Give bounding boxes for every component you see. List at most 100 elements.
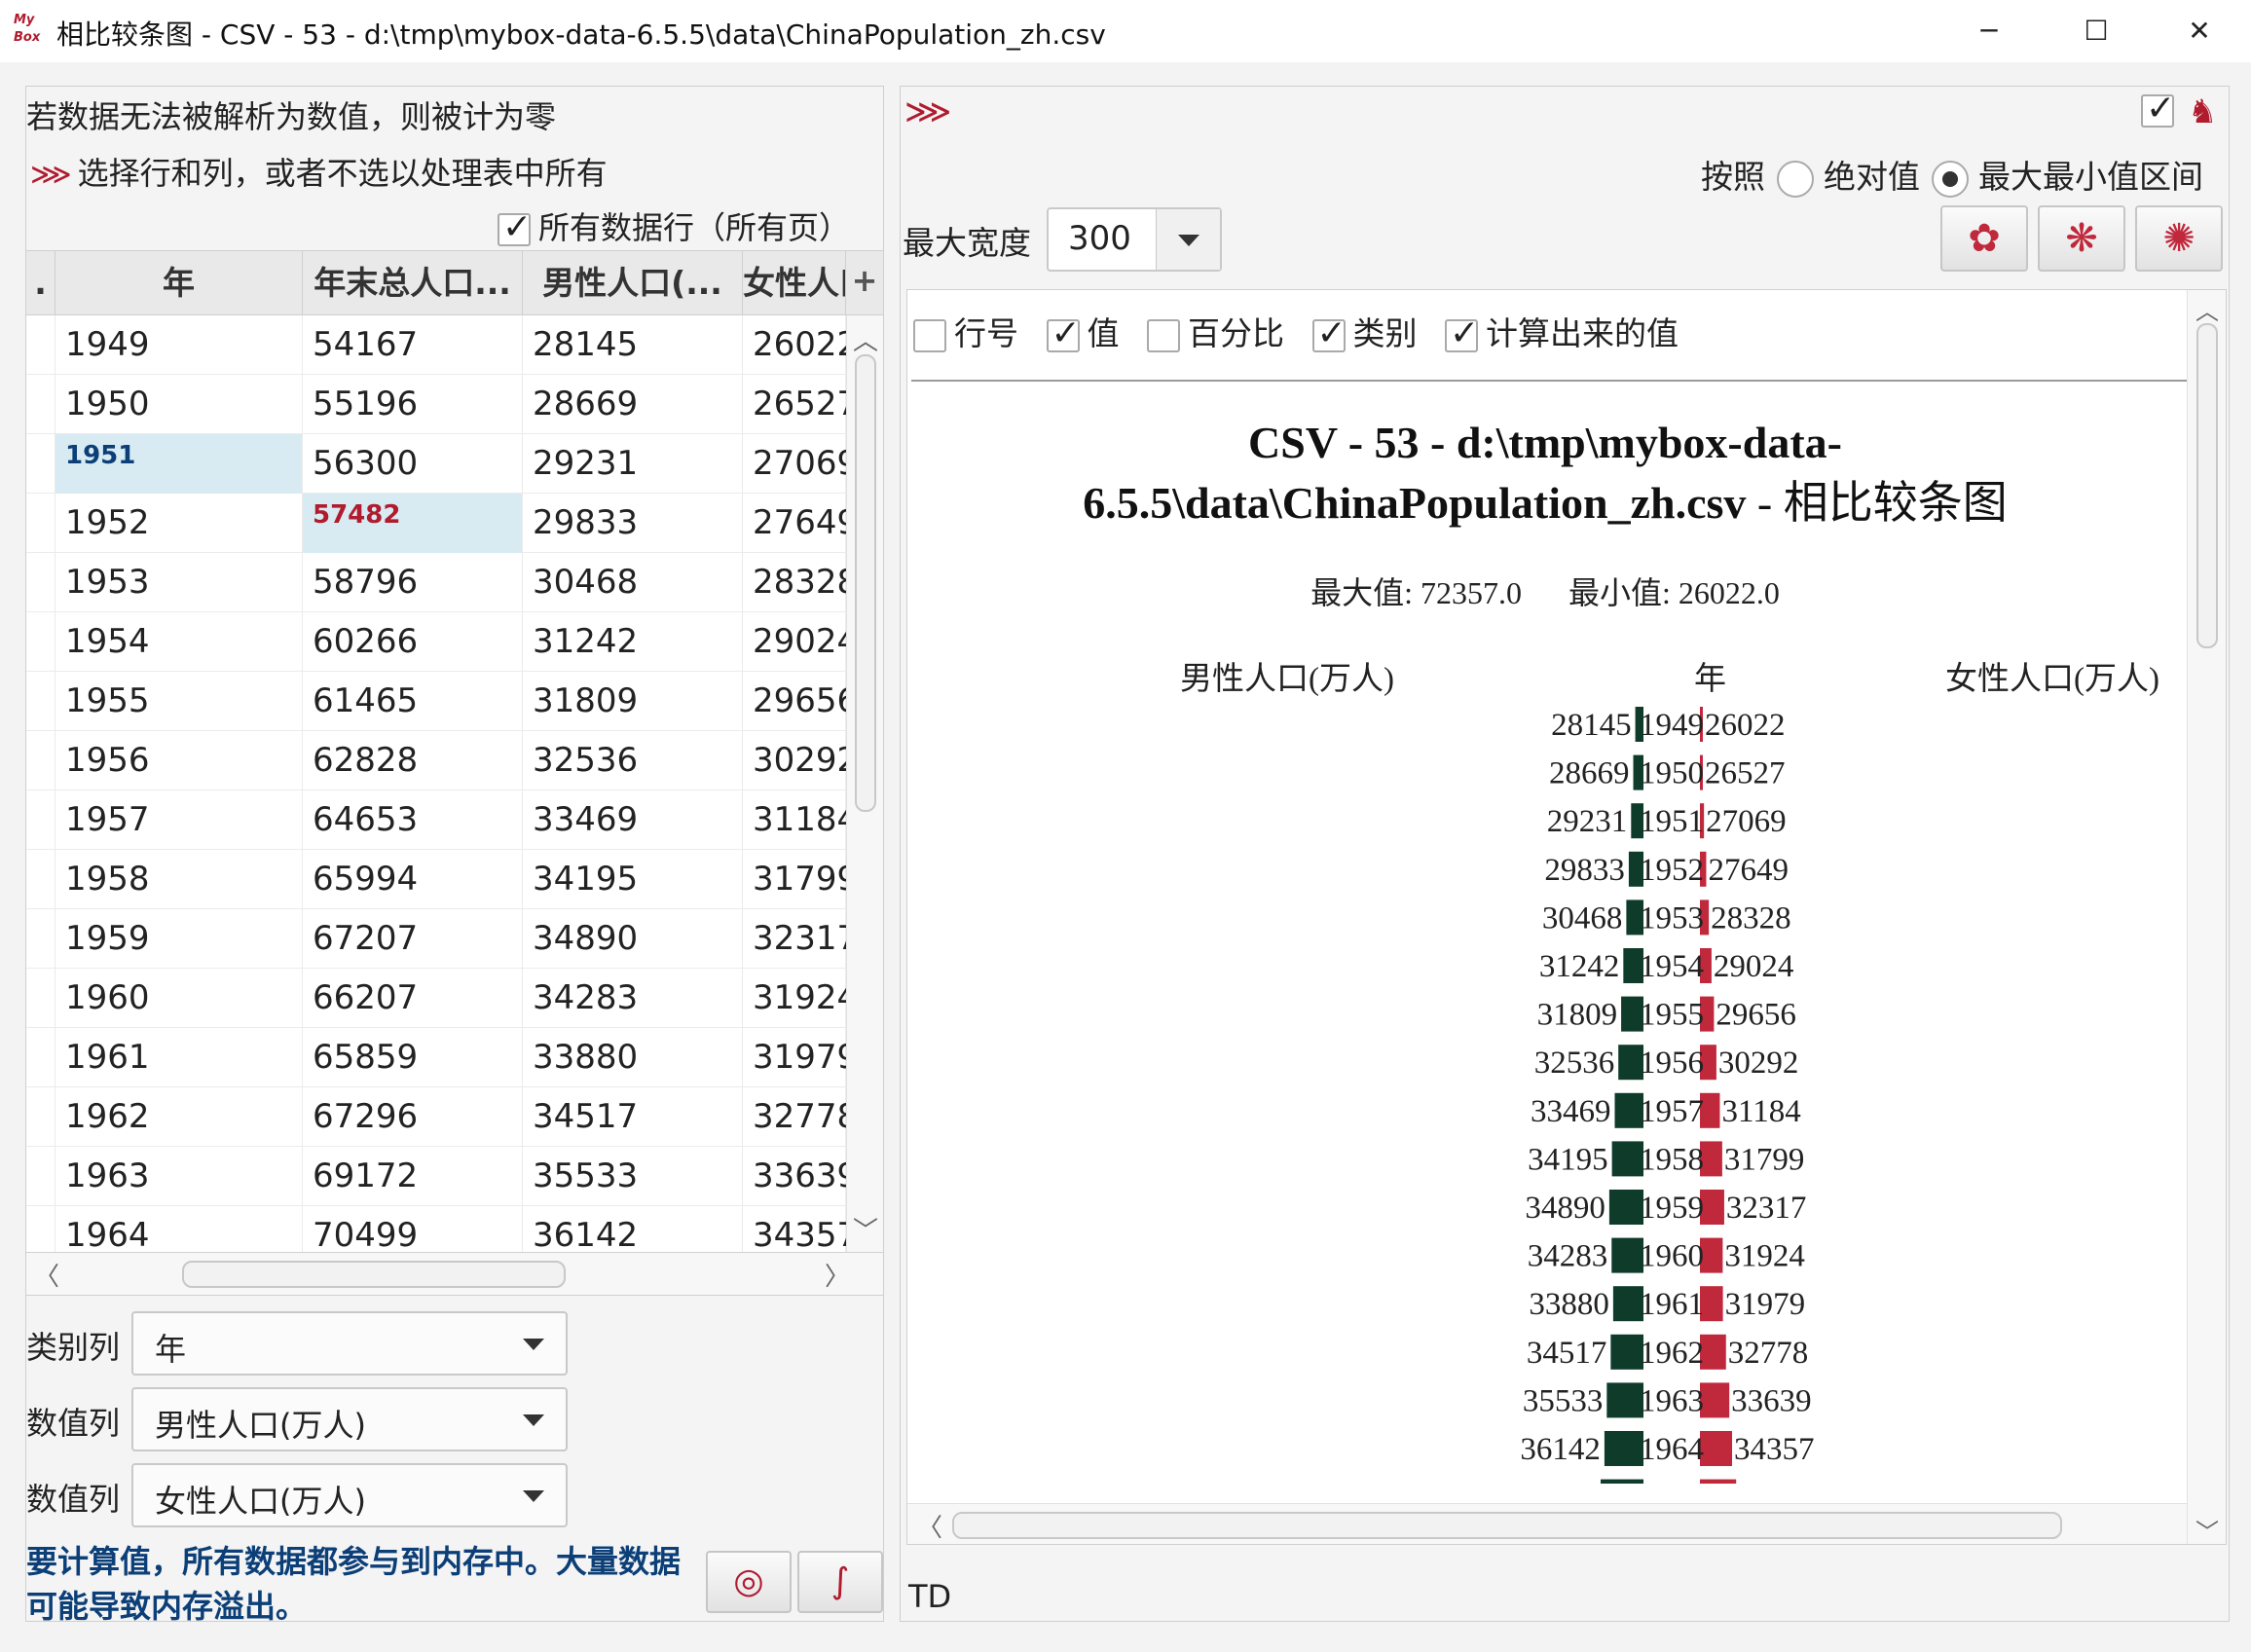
minimize-button[interactable]: ─ xyxy=(1955,8,2023,55)
fish-icon[interactable]: ⋙ xyxy=(904,92,951,131)
table-cell[interactable]: 1951 xyxy=(55,434,303,494)
table-cell[interactable]: 33469 xyxy=(523,790,743,850)
table-cell[interactable]: 36142 xyxy=(523,1206,743,1252)
column-header-total[interactable]: 年末总人口... xyxy=(303,251,523,315)
help-button[interactable]: ∫ xyxy=(797,1551,883,1613)
row-number-cell[interactable] xyxy=(26,434,55,494)
table-cell[interactable]: 65994 xyxy=(303,850,523,909)
table-row[interactable]: 1954 60266 31242 29024 xyxy=(26,612,858,672)
table-row[interactable]: 1961 65859 33880 31979 xyxy=(26,1028,858,1087)
table-cell[interactable]: 64653 xyxy=(303,790,523,850)
scroll-down-icon[interactable]: ﹀ xyxy=(847,1211,883,1247)
row-number-cell[interactable] xyxy=(26,909,55,969)
option-category[interactable]: 类别 xyxy=(1311,308,1418,354)
table-row[interactable]: 1949 54167 28145 26022 xyxy=(26,315,858,375)
table-cell[interactable]: 65859 xyxy=(303,1028,523,1087)
table-cell[interactable]: 31242 xyxy=(523,612,743,672)
max-width-dropdown-button[interactable] xyxy=(1156,209,1220,270)
table-row[interactable]: 1963 69172 35533 33639 xyxy=(26,1147,858,1206)
table-cell[interactable]: 1949 xyxy=(55,315,303,375)
table-cell[interactable]: 30292 xyxy=(743,731,858,790)
table-cell[interactable]: 26022 xyxy=(743,315,858,375)
category-column-select[interactable]: 年 xyxy=(131,1311,568,1376)
table-horizontal-scrollbar[interactable]: 〈 〉 xyxy=(26,1253,883,1296)
settings-button[interactable]: ❋ xyxy=(2038,205,2125,272)
table-row[interactable]: 1957 64653 33469 31184 xyxy=(26,790,858,850)
rooster-icon[interactable]: ♞ xyxy=(2188,92,2217,131)
scroll-left-icon[interactable]: 〈 xyxy=(917,1508,942,1544)
table-row[interactable]: 1964 70499 36142 34357 xyxy=(26,1206,858,1252)
category-check-icon[interactable] xyxy=(1311,313,1347,353)
table-cell[interactable]: 31979 xyxy=(743,1028,858,1087)
value-column-select-1[interactable]: 男性人口(万人) xyxy=(131,1387,568,1451)
scrollbar-thumb[interactable] xyxy=(855,354,876,812)
row-number-cell[interactable] xyxy=(26,731,55,790)
table-cell[interactable]: 29231 xyxy=(523,434,743,494)
scroll-down-icon[interactable]: ﹀ xyxy=(2188,1513,2226,1544)
table-cell[interactable]: 31809 xyxy=(523,672,743,731)
table-cell[interactable]: 54167 xyxy=(303,315,523,375)
table-cell[interactable]: 1964 xyxy=(55,1206,303,1252)
value-check-icon[interactable] xyxy=(1046,313,1081,353)
table-cell[interactable]: 31924 xyxy=(743,969,858,1028)
calculated-check-icon[interactable] xyxy=(1445,313,1479,353)
chart-vertical-scrollbar[interactable]: ︿ ﹀ xyxy=(2187,290,2226,1544)
save-button[interactable]: ✺ xyxy=(2135,205,2223,272)
table-cell[interactable]: 32778 xyxy=(743,1087,858,1147)
table-cell[interactable]: 70499 xyxy=(303,1206,523,1252)
scroll-right-icon[interactable]: 〉 xyxy=(825,1257,850,1293)
max-width-combo[interactable]: 300 xyxy=(1047,207,1222,272)
table-row[interactable]: 1953 58796 30468 28328 xyxy=(26,553,858,612)
table-cell[interactable]: 1959 xyxy=(55,909,303,969)
check-icon[interactable] xyxy=(2141,89,2175,128)
table-row[interactable]: 1962 67296 34517 32778 xyxy=(26,1087,858,1147)
table-cell[interactable]: 34517 xyxy=(523,1087,743,1147)
table-cell[interactable]: 1954 xyxy=(55,612,303,672)
scroll-left-icon[interactable]: 〈 xyxy=(34,1257,59,1293)
row-number-cell[interactable] xyxy=(26,1087,55,1147)
table-cell[interactable]: 31799 xyxy=(743,850,858,909)
column-header-male[interactable]: 男性人口(... xyxy=(523,251,743,315)
table-cell[interactable]: 33880 xyxy=(523,1028,743,1087)
scrollbar-thumb[interactable] xyxy=(2196,323,2218,648)
max-width-value[interactable]: 300 xyxy=(1068,219,1131,258)
maximize-button[interactable]: ☐ xyxy=(2062,8,2130,55)
table-cell[interactable]: 57482 xyxy=(303,494,523,553)
table-cell[interactable]: 1960 xyxy=(55,969,303,1028)
table-cell[interactable]: 27649 xyxy=(743,494,858,553)
chart-horizontal-scrollbar[interactable]: 〈 xyxy=(907,1503,2187,1544)
add-column-button[interactable]: + xyxy=(846,251,883,315)
table-cell[interactable]: 67296 xyxy=(303,1087,523,1147)
table-cell[interactable]: 34283 xyxy=(523,969,743,1028)
table-cell[interactable]: 32536 xyxy=(523,731,743,790)
option-calculated[interactable]: 计算出来的值 xyxy=(1445,308,1679,354)
close-button[interactable]: ✕ xyxy=(2165,8,2233,55)
table-cell[interactable]: 58796 xyxy=(303,553,523,612)
table-cell[interactable]: 61465 xyxy=(303,672,523,731)
table-cell[interactable]: 29656 xyxy=(743,672,858,731)
table-row[interactable]: 1950 55196 28669 26527 xyxy=(26,375,858,434)
table-row[interactable]: 1960 66207 34283 31924 xyxy=(26,969,858,1028)
option-value[interactable]: 值 xyxy=(1046,308,1120,354)
start-button[interactable]: ◎ xyxy=(706,1551,792,1613)
row-number-cell[interactable] xyxy=(26,1147,55,1206)
all-rows-check-icon[interactable] xyxy=(498,207,532,247)
row-number-header[interactable]: . xyxy=(26,251,55,315)
table-cell[interactable]: 28669 xyxy=(523,375,743,434)
table-cell[interactable]: 1952 xyxy=(55,494,303,553)
row-number-cell[interactable] xyxy=(26,494,55,553)
table-row[interactable]: 1951 56300 29231 27069 xyxy=(26,434,858,494)
row-number-check-icon[interactable] xyxy=(913,318,946,352)
row-number-cell[interactable] xyxy=(26,553,55,612)
column-header-female[interactable]: 女性人口 xyxy=(743,251,846,315)
table-cell[interactable]: 34195 xyxy=(523,850,743,909)
column-header-year[interactable]: 年 xyxy=(55,251,303,315)
scrollbar-thumb[interactable] xyxy=(952,1512,2062,1539)
row-number-cell[interactable] xyxy=(26,850,55,909)
table-cell[interactable]: 1962 xyxy=(55,1087,303,1147)
min-max-radio[interactable] xyxy=(1932,160,1969,198)
value-column-select-2[interactable]: 女性人口(万人) xyxy=(131,1463,568,1527)
table-cell[interactable]: 35533 xyxy=(523,1147,743,1206)
table-cell[interactable]: 27069 xyxy=(743,434,858,494)
option-row-number[interactable]: 行号 xyxy=(913,308,1018,354)
